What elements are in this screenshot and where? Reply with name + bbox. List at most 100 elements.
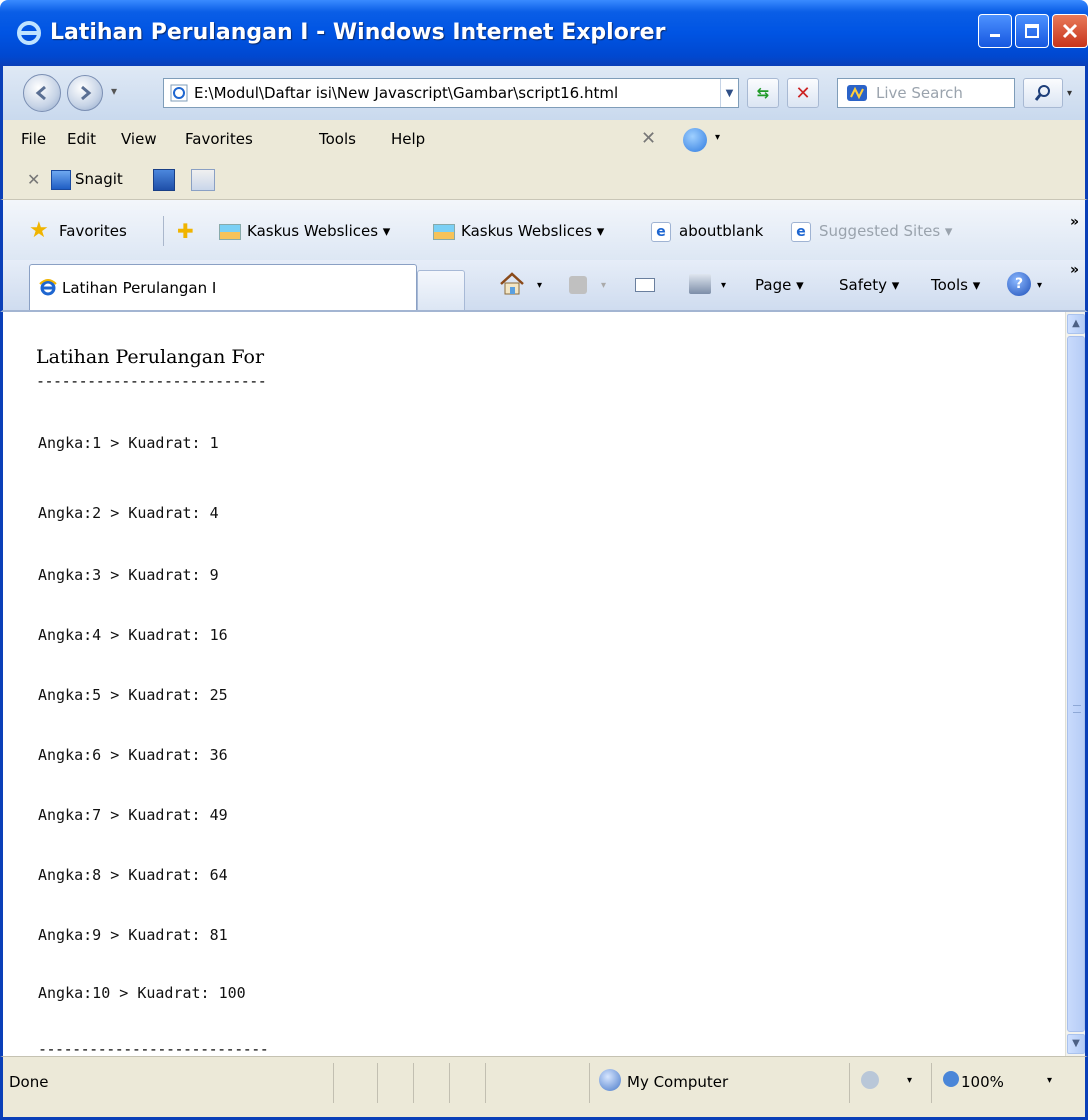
more-commands-chevron-icon[interactable]: » <box>1070 262 1079 278</box>
result-line: Angka:6 > Kuadrat: 36 <box>38 746 228 764</box>
divider-top: --------------------------- <box>36 372 267 390</box>
favorites-star-icon: ★ <box>29 218 49 243</box>
add-to-favorites-icon[interactable]: ✚ <box>177 220 194 242</box>
status-divider <box>849 1063 850 1103</box>
print-dropdown[interactable]: ▾ <box>721 280 726 291</box>
feeds-icon[interactable] <box>569 276 587 294</box>
favorite-kaskus-webslices-2[interactable]: Kaskus Webslices ▾ <box>461 222 604 240</box>
tab-latihan-perulangan[interactable]: Latihan Perulangan I <box>29 264 417 310</box>
magnifier-icon <box>1034 85 1050 101</box>
tab-label: Latihan Perulangan I <box>62 279 217 297</box>
status-divider <box>413 1063 414 1103</box>
search-button[interactable] <box>1023 78 1063 108</box>
webslice-icon <box>433 224 455 240</box>
favorite-aboutblank[interactable]: aboutblank <box>679 222 763 240</box>
home-icon[interactable] <box>499 272 525 296</box>
ie-page-icon: e <box>791 222 811 242</box>
minimize-button[interactable] <box>978 14 1012 48</box>
result-line: Angka:5 > Kuadrat: 25 <box>38 686 228 704</box>
help-icon[interactable]: ? <box>1007 272 1031 296</box>
refresh-button[interactable]: ⇆ <box>747 78 779 108</box>
page-menu-button[interactable]: Page ▾ <box>755 276 804 294</box>
capture-settings-icon[interactable] <box>191 169 215 191</box>
ie-page-icon: e <box>651 222 671 242</box>
result-line: Angka:7 > Kuadrat: 49 <box>38 806 228 824</box>
result-line: Angka:9 > Kuadrat: 81 <box>38 926 228 944</box>
status-divider <box>449 1063 450 1103</box>
snagit-button[interactable]: Snagit <box>75 170 123 188</box>
safety-menu-button[interactable]: Safety ▾ <box>839 276 899 294</box>
document-body: Latihan Perulangan For -----------------… <box>36 346 267 390</box>
snagit-icon <box>51 170 71 190</box>
minimize-icon <box>990 34 1000 37</box>
extension-dropdown[interactable]: ▾ <box>715 132 720 143</box>
menu-bar: File Edit View Favorites Tools Help ✕ ▾ <box>0 120 1088 160</box>
status-text: Done <box>9 1073 49 1091</box>
result-line: Angka:4 > Kuadrat: 16 <box>38 626 228 644</box>
recent-pages-dropdown[interactable]: ▾ <box>111 84 117 98</box>
snagit-toolbar: ✕ Snagit <box>0 160 1088 200</box>
forward-button[interactable] <box>67 75 103 111</box>
back-arrow-icon <box>35 85 46 101</box>
address-dropdown[interactable]: ▼ <box>720 79 738 107</box>
page-icon <box>170 84 188 102</box>
favorite-kaskus-webslices-1[interactable]: Kaskus Webslices ▾ <box>247 222 390 240</box>
menu-tools[interactable]: Tools <box>319 130 356 148</box>
scroll-down-button[interactable]: ▼ <box>1067 1034 1085 1054</box>
status-divider <box>377 1063 378 1103</box>
ie-logo-icon <box>17 21 41 45</box>
vertical-scrollbar[interactable]: ▲ ▼ <box>1065 312 1085 1056</box>
capture-tool-icon[interactable] <box>153 169 175 191</box>
menu-help[interactable]: Help <box>391 130 425 148</box>
status-divider <box>485 1063 486 1103</box>
webslice-icon <box>219 224 241 240</box>
result-line: Angka:2 > Kuadrat: 4 <box>38 504 219 522</box>
print-icon[interactable] <box>689 274 711 294</box>
menu-view[interactable]: View <box>121 130 157 148</box>
feeds-dropdown[interactable]: ▾ <box>601 280 606 291</box>
title-bar: Latihan Perulangan I - Windows Internet … <box>0 0 1088 66</box>
favorite-suggested-sites[interactable]: Suggested Sites ▾ <box>819 222 952 240</box>
maximize-button[interactable] <box>1015 14 1049 48</box>
menu-edit[interactable]: Edit <box>67 130 96 148</box>
zoom-dropdown[interactable]: ▾ <box>1047 1075 1052 1086</box>
status-divider <box>333 1063 334 1103</box>
menu-favorites[interactable]: Favorites <box>185 130 253 148</box>
zoom-level[interactable]: 100% <box>961 1073 1004 1091</box>
help-dropdown[interactable]: ▾ <box>1037 280 1042 291</box>
refresh-icon: ⇆ <box>756 84 770 102</box>
tools-menu-button[interactable]: Tools ▾ <box>931 276 980 294</box>
new-tab-button[interactable] <box>417 270 465 310</box>
extension-icon[interactable] <box>683 128 707 152</box>
back-button[interactable] <box>23 74 61 112</box>
stop-button[interactable]: ✕ <box>787 78 819 108</box>
close-toolbar-icon[interactable]: ✕ <box>27 170 40 189</box>
search-options-dropdown[interactable]: ▾ <box>1067 88 1072 99</box>
ie-logo-icon <box>39 279 57 296</box>
scroll-thumb[interactable] <box>1067 336 1085 1032</box>
favorites-button[interactable]: Favorites <box>59 222 127 240</box>
forward-arrow-icon <box>81 85 92 101</box>
menu-file[interactable]: File <box>21 130 46 148</box>
result-line: Angka:10 > Kuadrat: 100 <box>38 984 246 1002</box>
more-favorites-chevron-icon[interactable]: » <box>1070 214 1079 230</box>
live-search-icon <box>847 85 867 101</box>
read-mail-icon[interactable] <box>635 278 655 292</box>
zoom-icon <box>943 1071 959 1087</box>
close-toolbar-icon[interactable]: ✕ <box>641 128 656 149</box>
protected-mode-icon[interactable] <box>861 1071 879 1089</box>
address-field[interactable]: E:\Modul\Daftar isi\New Javascript\Gamba… <box>163 78 739 108</box>
scroll-up-button[interactable]: ▲ <box>1067 314 1085 334</box>
protected-mode-dropdown[interactable]: ▾ <box>907 1075 912 1086</box>
address-url[interactable]: E:\Modul\Daftar isi\New Javascript\Gamba… <box>194 84 720 102</box>
search-placeholder: Live Search <box>876 84 963 102</box>
my-computer-icon <box>599 1069 621 1091</box>
address-bar-row: ▾ E:\Modul\Daftar isi\New Javascript\Gam… <box>0 66 1088 120</box>
close-button[interactable] <box>1052 14 1088 48</box>
home-dropdown[interactable]: ▾ <box>537 280 542 291</box>
status-divider <box>589 1063 590 1103</box>
result-line: Angka:3 > Kuadrat: 9 <box>38 566 219 584</box>
page-content: Latihan Perulangan For -----------------… <box>0 312 1088 1058</box>
search-input[interactable]: Live Search <box>837 78 1015 108</box>
window-title: Latihan Perulangan I - Windows Internet … <box>50 20 666 45</box>
